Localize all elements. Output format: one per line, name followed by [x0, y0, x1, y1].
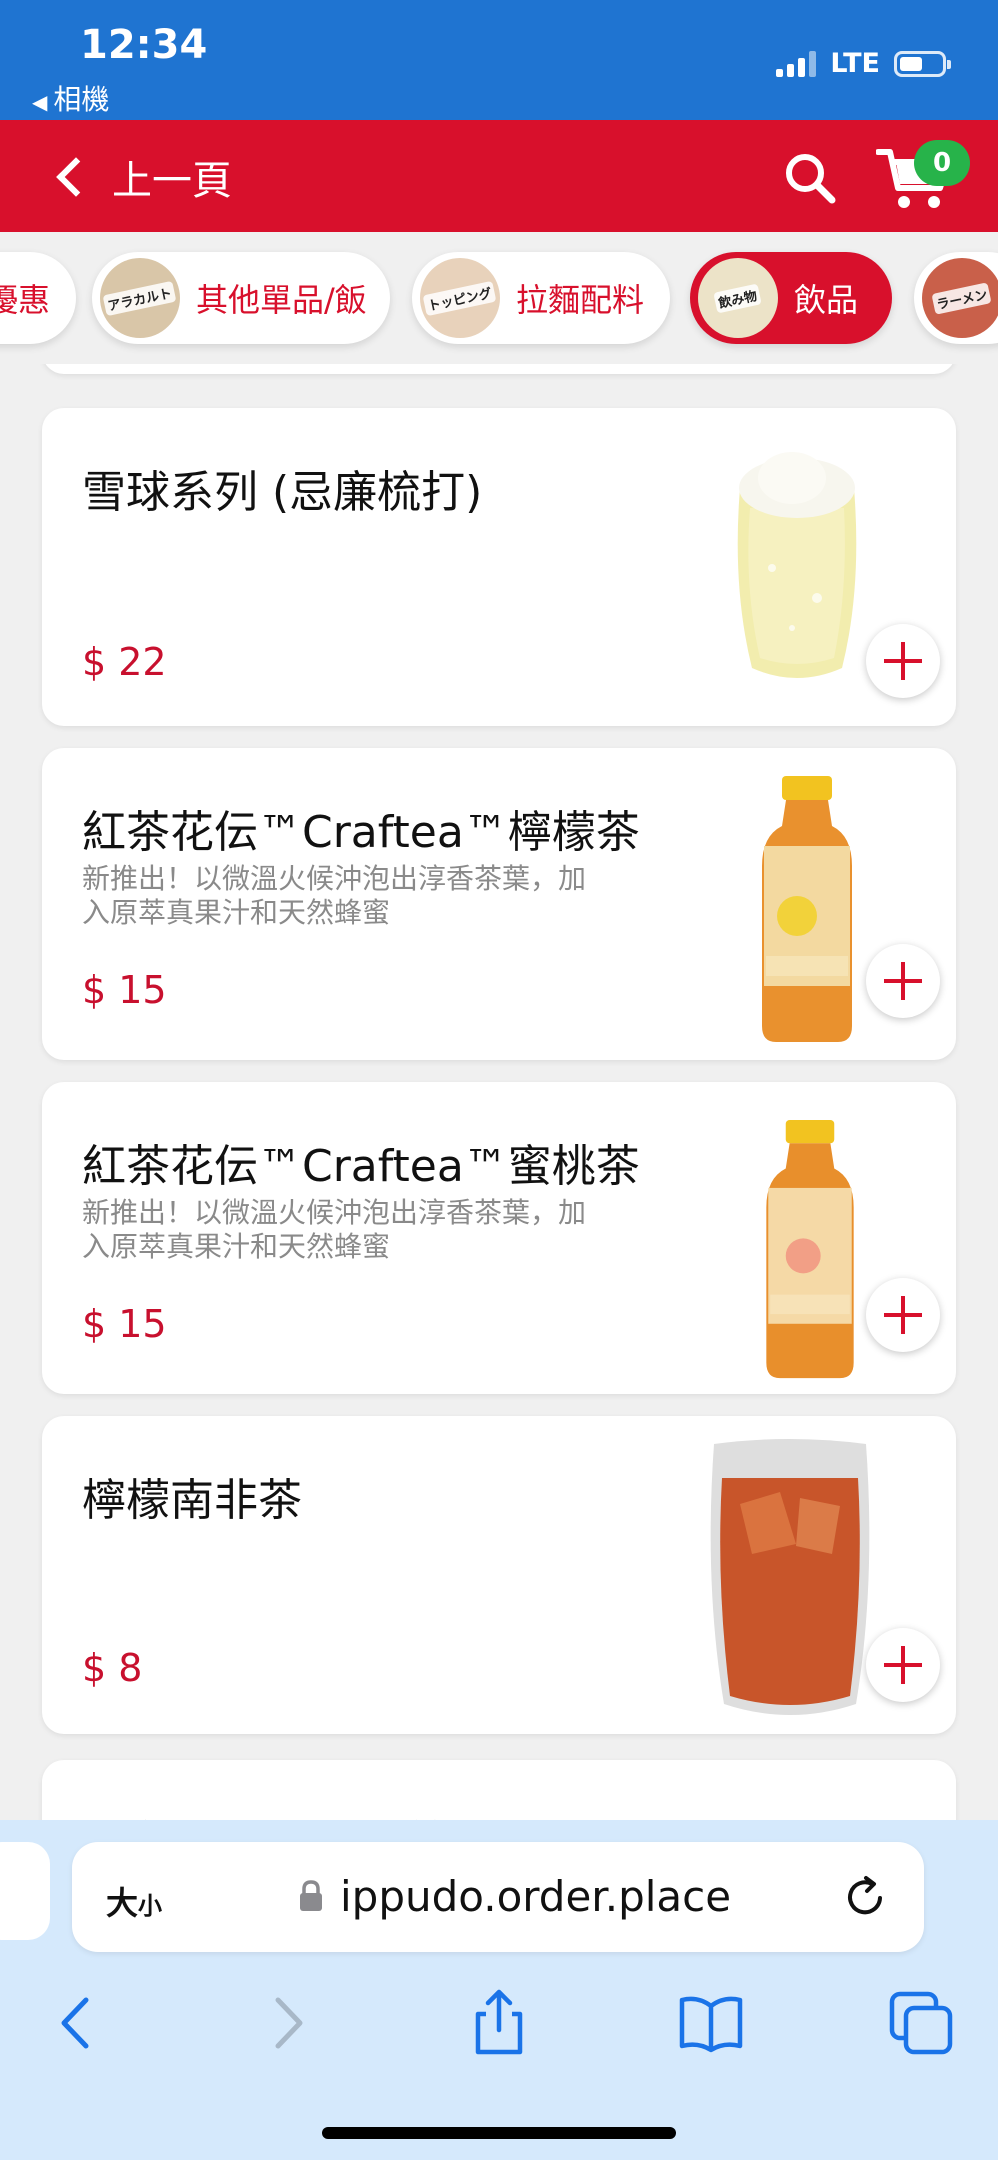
category-thumbnail: 飲み物: [698, 258, 778, 338]
cart-count-badge: 0: [914, 140, 970, 186]
home-indicator: [322, 2127, 676, 2139]
product-name: 檸檬南非茶: [82, 1475, 302, 1526]
product-name: 紅茶花伝™Craftea™蜜桃茶: [82, 1141, 640, 1192]
back-button[interactable]: 上一頁: [48, 148, 232, 206]
category-label: 飲品: [794, 281, 859, 319]
cream-soda-glass-image: [737, 452, 857, 678]
category-thumbnail: アラカルト: [100, 258, 180, 338]
product-card[interactable]: 紅白衛門 博多入首葉: [42, 1760, 956, 1820]
add-to-cart-button[interactable]: [866, 944, 940, 1018]
category-thumbnail: トッピング: [420, 258, 500, 338]
bookmarks-icon[interactable]: [676, 1988, 746, 2058]
product-list[interactable]: 雪球系列 (忌廉梳打) $ 22 紅茶花伝™Craftea™檸檬茶 新推出！以微…: [0, 364, 998, 1820]
category-chip-promo[interactable]: 優惠: [0, 252, 76, 344]
status-time: 12:34: [80, 22, 208, 68]
previous-tab-peek[interactable]: [0, 1842, 50, 1940]
category-label: 其他單品/飯: [196, 281, 367, 319]
back-app-label: 相機: [53, 83, 110, 116]
category-thumbnail: ラーメン: [922, 258, 998, 338]
battery-icon: [894, 50, 951, 77]
category-chip-drinks[interactable]: 飲み物 飲品: [690, 252, 892, 344]
cellular-signal-icon: [776, 50, 817, 77]
add-to-cart-button[interactable]: [866, 1278, 940, 1352]
product-card[interactable]: 檸檬南非茶 $ 8: [42, 1416, 956, 1734]
url-text: ippudo.order.place: [340, 1872, 732, 1921]
back-triangle-icon: ◀: [32, 90, 48, 114]
browser-nav-row: [0, 1988, 998, 2068]
status-bar: 12:34 ◀ 相機 LTE: [0, 0, 998, 120]
chevron-left-icon: [56, 157, 96, 197]
browser-back-icon[interactable]: [40, 1988, 110, 2058]
add-to-cart-button[interactable]: [866, 1628, 940, 1702]
iced-tea-glass-image: [710, 1439, 870, 1715]
product-price: $ 8: [82, 1646, 143, 1690]
category-label: 優惠: [0, 281, 50, 319]
product-card[interactable]: 雪球系列 (忌廉梳打) $ 22: [42, 408, 956, 726]
status-indicators: LTE: [776, 48, 951, 79]
lock-icon: [300, 1880, 322, 1911]
share-icon[interactable]: [464, 1988, 534, 2058]
back-to-app-link[interactable]: ◀ 相機: [32, 78, 109, 118]
network-type: LTE: [830, 48, 880, 79]
tabs-icon[interactable]: [886, 1988, 956, 2058]
browser-toolbar: 大小 ippudo.order.place: [0, 1820, 998, 2160]
product-price: $ 15: [82, 1302, 167, 1346]
product-description: 新推出！以微溫火候沖泡出淳香茶葉，加入原萃真果汁和天然蜂蜜: [82, 862, 587, 929]
category-chip-other-items[interactable]: アラカルト 其他單品/飯: [92, 252, 390, 344]
reload-icon[interactable]: [842, 1874, 888, 1920]
address-bar[interactable]: 大小 ippudo.order.place: [72, 1842, 924, 1952]
category-scroller[interactable]: 優惠 アラカルト 其他單品/飯 トッピング 拉麵配料 飲み物 飲品 ラーメン: [0, 232, 998, 364]
category-label: 拉麵配料: [516, 281, 645, 319]
peach-tea-bottle-image: [766, 1120, 854, 1379]
product-name: 紅茶花伝™Craftea™檸檬茶: [82, 807, 640, 858]
product-description: 新推出！以微溫火候沖泡出淳香茶葉，加入原萃真果汁和天然蜂蜜: [82, 1196, 587, 1263]
back-button-label: 上一頁: [112, 158, 232, 204]
app-header: 上一頁: [0, 120, 998, 232]
lemon-tea-bottle-image: [762, 776, 852, 1042]
category-chip-toppings[interactable]: トッピング 拉麵配料: [412, 252, 670, 344]
add-to-cart-button[interactable]: [866, 624, 940, 698]
product-name: 雪球系列 (忌廉梳打): [82, 467, 483, 518]
text-size-button[interactable]: 大小: [106, 1878, 162, 1924]
product-price: $ 22: [82, 640, 167, 684]
product-card-partial: [42, 364, 956, 374]
browser-forward-icon[interactable]: [254, 1988, 324, 2058]
product-card[interactable]: 紅茶花伝™Craftea™檸檬茶 新推出！以微溫火候沖泡出淳香茶葉，加入原萃真果…: [42, 748, 956, 1060]
battery-level: [900, 56, 922, 71]
search-icon[interactable]: [782, 150, 838, 206]
product-card[interactable]: 紅茶花伝™Craftea™蜜桃茶 新推出！以微溫火候沖泡出淳香茶葉，加入原萃真果…: [42, 1082, 956, 1394]
product-price: $ 15: [82, 968, 167, 1012]
category-chip-ramen[interactable]: ラーメン: [914, 252, 998, 344]
product-name: 紅白衛門 博多入首葉: [82, 1806, 492, 1820]
